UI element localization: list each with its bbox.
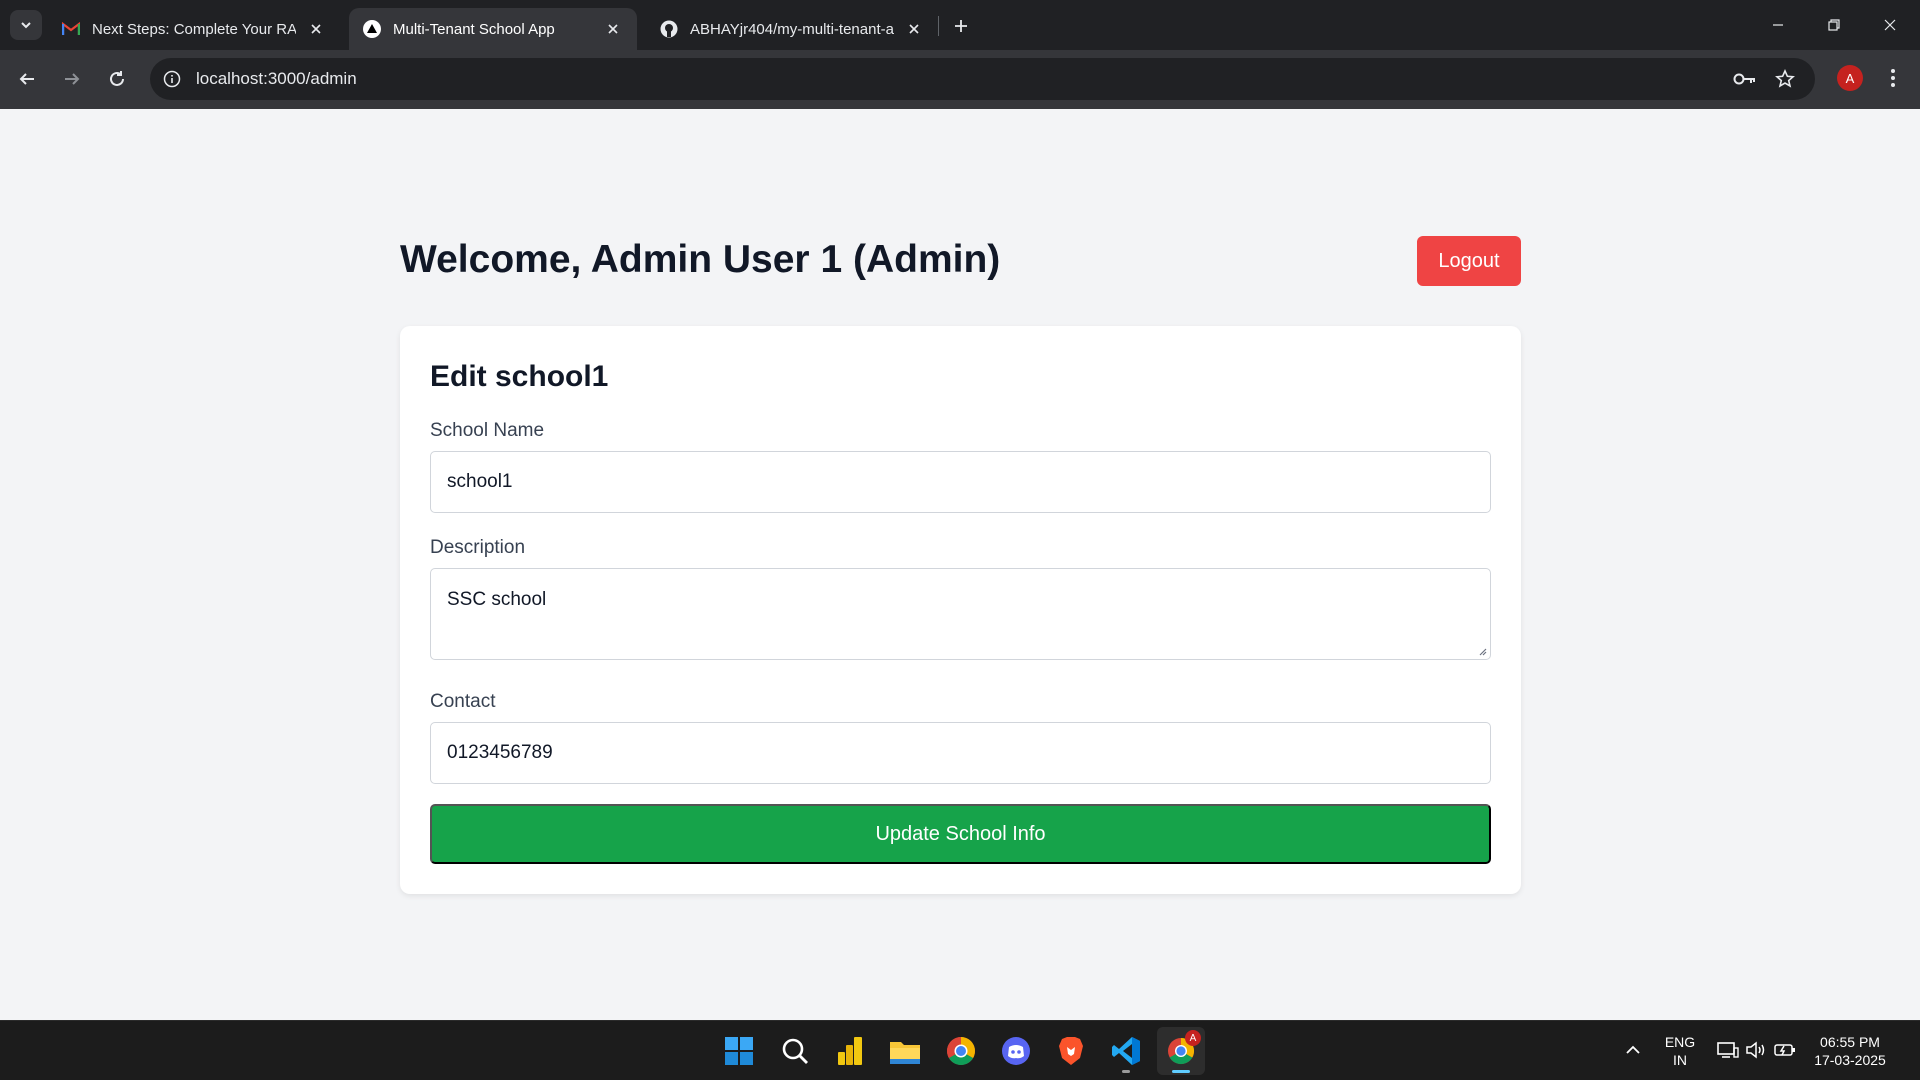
- language-line2: IN: [1673, 1052, 1687, 1068]
- discord-icon[interactable]: [992, 1027, 1040, 1075]
- gmail-icon: [62, 20, 80, 38]
- tab-school-app[interactable]: Multi-Tenant School App: [349, 8, 637, 50]
- volume-icon[interactable]: [1744, 1039, 1768, 1061]
- clock-date: 17-03-2025: [1814, 1052, 1886, 1068]
- forward-button[interactable]: [54, 61, 90, 97]
- new-tab-button[interactable]: [945, 12, 977, 40]
- back-button[interactable]: [9, 61, 45, 97]
- arrow-left-icon: [19, 73, 34, 85]
- url-text[interactable]: localhost:3000/admin: [196, 69, 357, 89]
- resize-handle-icon[interactable]: [1477, 646, 1487, 656]
- tab-gmail[interactable]: Next Steps: Complete Your RAR: [48, 8, 340, 50]
- more-vertical-icon: [1891, 69, 1895, 87]
- address-bar[interactable]: localhost:3000/admin: [150, 58, 1815, 100]
- browser-menu-button[interactable]: [1880, 65, 1906, 91]
- chrome-icon[interactable]: [937, 1027, 985, 1075]
- tab-title: Next Steps: Complete Your RAR: [92, 20, 296, 38]
- clock-time: 06:55 PM: [1820, 1034, 1880, 1050]
- file-explorer-icon[interactable]: [881, 1027, 929, 1075]
- tab-title: Multi-Tenant School App: [393, 20, 555, 38]
- school-name-value: school1: [447, 471, 513, 492]
- tab-title: ABHAYjr404/my-multi-tenant-a: [690, 20, 894, 38]
- edit-school-card: Edit school1 School Name school1 Descrip…: [400, 326, 1521, 894]
- active-indicator: [1172, 1070, 1190, 1073]
- clock[interactable]: 06:55 PM 17-03-2025: [1808, 1033, 1892, 1069]
- school-name-input[interactable]: school1: [430, 451, 1491, 513]
- brave-icon[interactable]: [1047, 1027, 1095, 1075]
- plus-icon: [955, 20, 967, 32]
- network-icon[interactable]: [1716, 1039, 1740, 1061]
- language-indicator[interactable]: ENG IN: [1660, 1033, 1700, 1069]
- description-value: SSC school: [447, 589, 547, 610]
- tab-separator: [938, 16, 939, 36]
- browser-toolbar: localhost:3000/admin A: [0, 50, 1920, 109]
- description-label: Description: [430, 537, 526, 558]
- power-bi-icon[interactable]: [826, 1027, 874, 1075]
- restore-icon: [1828, 19, 1840, 31]
- taskbar: A ENG IN 06:55 PM 17-03-2025: [0, 1020, 1920, 1080]
- search-icon[interactable]: [771, 1027, 819, 1075]
- contact-input[interactable]: 0123456789: [430, 722, 1491, 784]
- show-hidden-icons-button[interactable]: [1620, 1037, 1646, 1063]
- bookmark-star-icon[interactable]: [1772, 67, 1798, 91]
- running-indicator: [1122, 1070, 1130, 1073]
- vscode-icon[interactable]: [1102, 1027, 1150, 1075]
- battery-icon[interactable]: [1773, 1039, 1797, 1061]
- reload-icon: [110, 71, 124, 86]
- reload-button[interactable]: [99, 61, 135, 97]
- update-school-button[interactable]: Update School Info: [430, 804, 1491, 864]
- github-icon: [660, 20, 678, 38]
- chevron-up-icon: [1626, 1045, 1640, 1054]
- tab-github[interactable]: ABHAYjr404/my-multi-tenant-a: [646, 8, 938, 50]
- close-icon[interactable]: [306, 19, 326, 39]
- contact-value: 0123456789: [447, 742, 553, 763]
- language-line1: ENG: [1664, 1034, 1696, 1050]
- arrow-right-icon: [65, 73, 80, 85]
- vercel-icon: [363, 20, 381, 38]
- close-window-button[interactable]: [1862, 0, 1918, 50]
- profile-avatar[interactable]: A: [1837, 65, 1863, 91]
- close-icon: [1884, 19, 1896, 31]
- restore-button[interactable]: [1806, 0, 1862, 50]
- page-title: Welcome, Admin User 1 (Admin): [400, 238, 1001, 281]
- close-icon[interactable]: [603, 19, 623, 39]
- school-name-label: School Name: [430, 420, 545, 441]
- chrome-profile-badge: A: [1185, 1030, 1201, 1046]
- logout-button[interactable]: Logout: [1417, 236, 1521, 286]
- form-title: Edit school1: [430, 360, 609, 393]
- minimize-button[interactable]: [1750, 0, 1806, 50]
- site-info-icon[interactable]: [160, 67, 184, 91]
- chevron-down-icon: [21, 22, 31, 29]
- chrome-profile-icon[interactable]: A: [1157, 1027, 1205, 1075]
- minimize-icon: [1773, 24, 1783, 26]
- browser-tab-strip: Next Steps: Complete Your RAR Multi-Tena…: [0, 0, 1920, 50]
- start-icon[interactable]: [715, 1027, 763, 1075]
- tab-search-button[interactable]: [10, 10, 42, 40]
- close-icon[interactable]: [904, 19, 924, 39]
- password-key-icon[interactable]: [1732, 67, 1758, 91]
- contact-label: Contact: [430, 691, 496, 712]
- description-textarea[interactable]: SSC school: [430, 568, 1491, 660]
